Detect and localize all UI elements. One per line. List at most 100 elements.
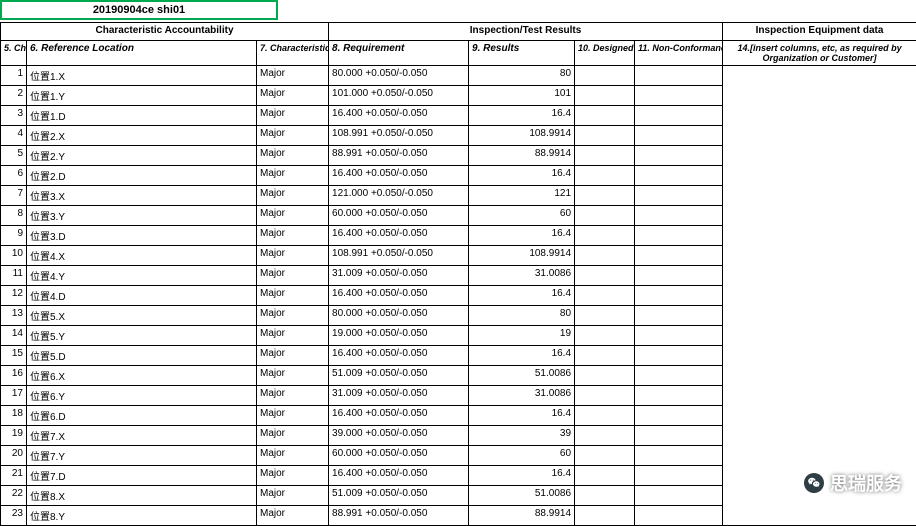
cell-charno[interactable]: 20 [1,446,27,466]
cell-res[interactable]: 80 [469,66,575,86]
cell-char[interactable]: Major [257,286,329,306]
cell-charno[interactable]: 8 [1,206,27,226]
cell-char[interactable]: Major [257,146,329,166]
cell-charno[interactable]: 4 [1,126,27,146]
cell-nc[interactable] [635,166,723,186]
cell-charno[interactable]: 19 [1,426,27,446]
cell-res[interactable]: 108.9914 [469,246,575,266]
cell-tool[interactable] [575,326,635,346]
cell-tool[interactable] [575,246,635,266]
cell-nc[interactable] [635,226,723,246]
cell-nc[interactable] [635,446,723,466]
cell-nc[interactable] [635,506,723,526]
cell-res[interactable]: 31.0086 [469,266,575,286]
col-refloc[interactable]: 6. Reference Location [27,41,257,66]
cell-req[interactable]: 16.400 +0.050/-0.050 [329,286,469,306]
cell-char[interactable]: Major [257,86,329,106]
cell-req[interactable]: 16.400 +0.050/-0.050 [329,226,469,246]
cell-tool[interactable] [575,126,635,146]
cell-tool[interactable] [575,86,635,106]
cell-refloc[interactable]: 位置3.Y [27,206,257,226]
cell-req[interactable]: 31.009 +0.050/-0.050 [329,386,469,406]
cell-tool[interactable] [575,306,635,326]
cell-res[interactable]: 80 [469,306,575,326]
cell-req[interactable]: 88.991 +0.050/-0.050 [329,506,469,526]
cell-char[interactable]: Major [257,186,329,206]
cell-nc[interactable] [635,206,723,226]
cell-tool[interactable] [575,166,635,186]
cell-char[interactable]: Major [257,446,329,466]
cell-res[interactable]: 16.4 [469,226,575,246]
col-req[interactable]: 8. Requirement [329,41,469,66]
cell-tool[interactable] [575,446,635,466]
cell-char[interactable]: Major [257,66,329,86]
cell-req[interactable]: 108.991 +0.050/-0.050 [329,126,469,146]
cell-refloc[interactable]: 位置6.D [27,406,257,426]
cell-res[interactable]: 39 [469,426,575,446]
cell-nc[interactable] [635,146,723,166]
cell-tool[interactable] [575,406,635,426]
cell-tool[interactable] [575,366,635,386]
cell-res[interactable]: 101 [469,86,575,106]
cell-tool[interactable] [575,146,635,166]
cell-refloc[interactable]: 位置5.D [27,346,257,366]
cell-refloc[interactable]: 位置6.X [27,366,257,386]
cell-charno[interactable]: 13 [1,306,27,326]
cell-tool[interactable] [575,66,635,86]
cell-nc[interactable] [635,486,723,506]
cell-char[interactable]: Major [257,106,329,126]
cell-res[interactable]: 31.0086 [469,386,575,406]
cell-refloc[interactable]: 位置1.Y [27,86,257,106]
cell-char[interactable]: Major [257,406,329,426]
col-charno[interactable]: 5. Char No. [1,41,27,66]
cell-char[interactable]: Major [257,266,329,286]
cell-refloc[interactable]: 位置6.Y [27,386,257,406]
cell-refloc[interactable]: 位置7.Y [27,446,257,466]
cell-res[interactable]: 16.4 [469,166,575,186]
cell-req[interactable]: 60.000 +0.050/-0.050 [329,206,469,226]
col-res[interactable]: 9. Results [469,41,575,66]
cell-res[interactable]: 88.9914 [469,146,575,166]
cell-req[interactable]: 19.000 +0.050/-0.050 [329,326,469,346]
cell-req[interactable]: 121.000 +0.050/-0.050 [329,186,469,206]
table-row[interactable]: 1位置1.XMajor80.000 +0.050/-0.05080 [1,66,916,86]
cell-req[interactable]: 80.000 +0.050/-0.050 [329,306,469,326]
cell-nc[interactable] [635,466,723,486]
cell-res[interactable]: 16.4 [469,406,575,426]
cell-tool[interactable] [575,106,635,126]
cell-refloc[interactable]: 位置4.Y [27,266,257,286]
cell-req[interactable]: 16.400 +0.050/-0.050 [329,466,469,486]
cell-charno[interactable]: 9 [1,226,27,246]
cell-charno[interactable]: 14 [1,326,27,346]
cell-req[interactable]: 16.400 +0.050/-0.050 [329,346,469,366]
cell-nc[interactable] [635,326,723,346]
cell-charno[interactable]: 16 [1,366,27,386]
cell-nc[interactable] [635,386,723,406]
cell-res[interactable]: 108.9914 [469,126,575,146]
cell-res[interactable]: 51.0086 [469,486,575,506]
cell-req[interactable]: 31.009 +0.050/-0.050 [329,266,469,286]
cell-tool[interactable] [575,426,635,446]
cell-refloc[interactable]: 位置8.Y [27,506,257,526]
cell-charno[interactable]: 22 [1,486,27,506]
cell-tool[interactable] [575,286,635,306]
cell-nc[interactable] [635,306,723,326]
cell-res[interactable]: 121 [469,186,575,206]
cell-req[interactable]: 88.991 +0.050/-0.050 [329,146,469,166]
cell-res[interactable]: 19 [469,326,575,346]
cell-tool[interactable] [575,506,635,526]
cell-charno[interactable]: 3 [1,106,27,126]
cell-refloc[interactable]: 位置2.X [27,126,257,146]
cell-refloc[interactable]: 位置2.D [27,166,257,186]
cell-charno[interactable]: 11 [1,266,27,286]
cell-req[interactable]: 39.000 +0.050/-0.050 [329,426,469,446]
cell-req[interactable]: 80.000 +0.050/-0.050 [329,66,469,86]
cell-req[interactable]: 16.400 +0.050/-0.050 [329,106,469,126]
cell-res[interactable]: 60 [469,446,575,466]
cell-refloc[interactable]: 位置2.Y [27,146,257,166]
cell-tool[interactable] [575,486,635,506]
cell-refloc[interactable]: 位置3.X [27,186,257,206]
cell-charno[interactable]: 10 [1,246,27,266]
cell-char[interactable]: Major [257,506,329,526]
cell-refloc[interactable]: 位置4.X [27,246,257,266]
